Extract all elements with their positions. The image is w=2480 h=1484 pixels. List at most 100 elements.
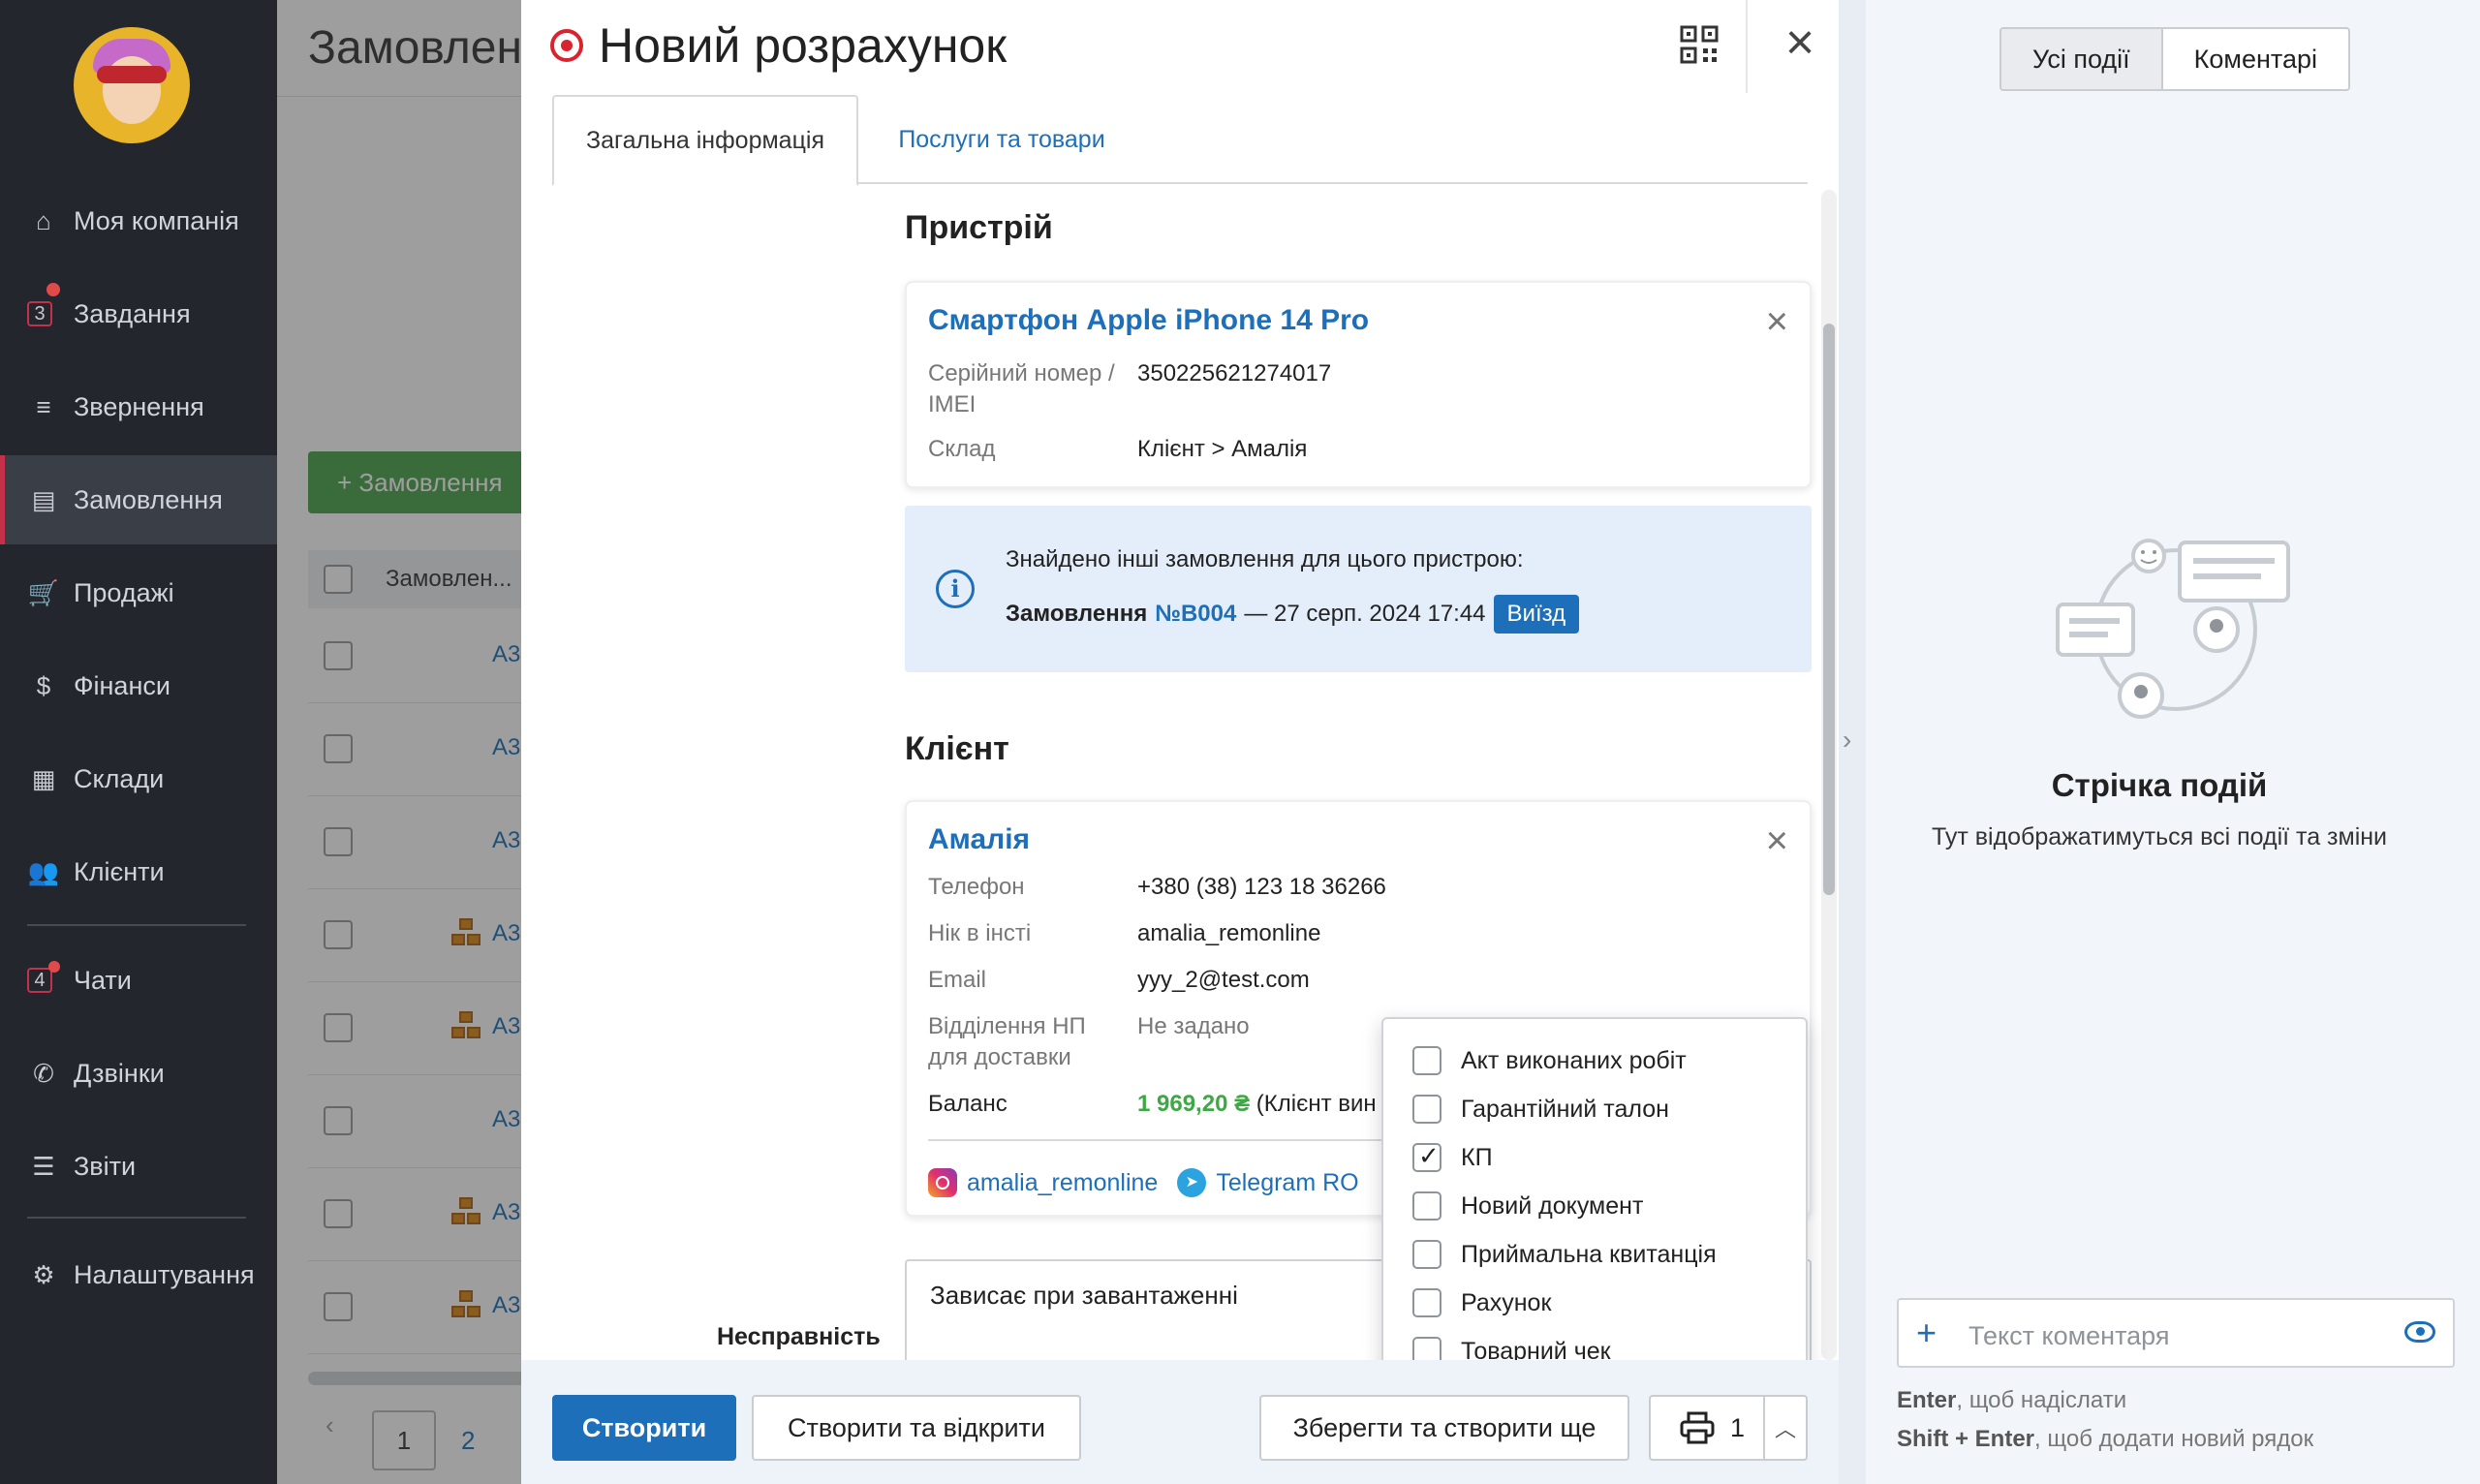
sidebar-item-label: Продажі: [74, 577, 174, 607]
sidebar-item-tasks[interactable]: 3 Завдання: [0, 269, 277, 358]
chevron-right-icon: ›: [1843, 725, 1852, 755]
tab-comments[interactable]: Коментарі: [2162, 29, 2348, 89]
chevron-up-icon[interactable]: ︿: [1763, 1397, 1806, 1459]
device-name-link[interactable]: Смартфон Apple iPhone 14 Pro: [928, 304, 1369, 337]
links-divider: [928, 1139, 1393, 1141]
qr-code-icon[interactable]: [1680, 25, 1719, 64]
sidebar-divider: [27, 924, 246, 926]
tasks-count-badge: 3: [27, 301, 52, 326]
users-icon: 👥: [27, 856, 60, 886]
eye-icon[interactable]: [2404, 1321, 2435, 1343]
instagram-link[interactable]: amalia_remonline: [967, 1169, 1158, 1197]
scrollbar-thumb[interactable]: [1823, 324, 1835, 895]
instagram-icon: [928, 1168, 957, 1197]
sidebar-item-label: Звернення: [74, 391, 204, 421]
order-number-link[interactable]: №B004: [1155, 601, 1236, 628]
panel-collapse-handle[interactable]: ›: [1839, 0, 1866, 1484]
option-checkbox[interactable]: [1412, 1191, 1442, 1221]
client-social-links: amalia_remonline ➤ Telegram RO: [928, 1168, 1359, 1197]
print-option[interactable]: Гарантійний талон: [1412, 1085, 1669, 1133]
warehouse-icon: ▦: [31, 763, 56, 793]
option-checkbox[interactable]: [1412, 1046, 1442, 1075]
issue-label: Несправність: [717, 1323, 881, 1350]
hint-enter-key: Enter: [1897, 1387, 1957, 1413]
insta-value: amalia_remonline: [1137, 920, 1321, 946]
remove-client-icon[interactable]: ×: [1766, 819, 1788, 863]
sidebar-item-chats[interactable]: 4 Чати: [0, 936, 277, 1025]
print-option[interactable]: Рахунок: [1412, 1279, 1551, 1327]
cart-icon: 🛒: [27, 577, 60, 607]
option-checkbox-checked[interactable]: [1412, 1141, 1442, 1172]
sidebar: ⌂ Моя компанія 3 Завдання ≡ Звернення ▤ …: [0, 0, 277, 1484]
sidebar-divider: [27, 1217, 246, 1219]
print-option[interactable]: Акт виконаних робіт: [1412, 1036, 1687, 1085]
sidebar-item-label: Дзвінки: [74, 1058, 165, 1088]
sidebar-item-clients[interactable]: 👥 Клієнти: [0, 827, 277, 916]
company-logo[interactable]: [74, 27, 190, 143]
telegram-link[interactable]: Telegram RO: [1216, 1169, 1358, 1197]
tab-general-info[interactable]: Загальна інформація: [552, 95, 858, 186]
modal-footer: Створити Створити та відкрити Зберегти т…: [521, 1360, 1839, 1484]
hint-enter-text: , щоб надіслати: [1956, 1387, 2127, 1413]
sidebar-item-settings[interactable]: ⚙ Налаштування: [0, 1230, 277, 1319]
np-branch-label: Відділення НП для доставки: [928, 1013, 1086, 1070]
sidebar-item-calls[interactable]: ✆ Дзвінки: [0, 1029, 277, 1118]
add-attachment-icon[interactable]: +: [1916, 1314, 1937, 1352]
notification-dot: [48, 961, 60, 973]
email-value: yyy_2@test.com: [1137, 967, 1310, 993]
option-checkbox[interactable]: [1412, 1288, 1442, 1317]
warehouse-value: Клієнт > Амалія: [1137, 436, 1308, 462]
sidebar-item-my-company[interactable]: ⌂ Моя компанія: [0, 176, 277, 265]
option-checkbox[interactable]: [1412, 1095, 1442, 1124]
info-icon: i: [936, 570, 975, 608]
balance-note: (Клієнт вин: [1256, 1091, 1377, 1117]
chats-count-badge: 4: [27, 968, 52, 993]
close-icon[interactable]: ×: [1771, 14, 1829, 72]
reports-icon: ☰: [32, 1151, 55, 1181]
tab-services-goods[interactable]: Послуги та товари: [858, 95, 1145, 184]
print-option[interactable]: Новий документ: [1412, 1182, 1643, 1230]
vertical-scrollbar[interactable]: [1821, 190, 1837, 1360]
print-option[interactable]: КП: [1412, 1133, 1493, 1182]
option-label: Акт виконаних робіт: [1461, 1046, 1687, 1074]
logo-mask: [97, 66, 167, 83]
option-label: Рахунок: [1461, 1288, 1552, 1316]
balance-row: 1 969,20 ₴ (Клієнт вин: [1137, 1089, 1377, 1120]
sidebar-item-sales[interactable]: 🛒 Продажі: [0, 548, 277, 637]
tab-all-events[interactable]: Усі події: [2001, 29, 2163, 89]
option-checkbox[interactable]: [1412, 1240, 1442, 1269]
option-label: КП: [1461, 1143, 1493, 1171]
order-word: Замовлення: [1006, 601, 1148, 627]
sidebar-item-orders[interactable]: ▤ Замовлення: [0, 455, 277, 544]
sidebar-item-warehouses[interactable]: ▦ Склади: [0, 734, 277, 823]
order-date: — 27 серп. 2024 17:44: [1244, 601, 1486, 627]
np-branch-value: Не задано: [1137, 1013, 1250, 1039]
remove-device-icon[interactable]: ×: [1766, 300, 1788, 344]
comment-placeholder: Текст коментаря: [1968, 1321, 2170, 1350]
related-orders-notice: i Знайдено інші замовлення для цього при…: [905, 506, 1812, 672]
header-divider: [1746, 0, 1748, 93]
print-button[interactable]: 1 ︿: [1649, 1395, 1808, 1461]
create-and-open-button[interactable]: Створити та відкрити: [752, 1395, 1081, 1461]
device-section-title: Пристрій: [905, 209, 1053, 246]
events-illustration-icon: [2056, 539, 2290, 719]
sidebar-item-reports[interactable]: ☰ Звіти: [0, 1122, 277, 1211]
save-and-create-more-button[interactable]: Зберегти та створити ще: [1259, 1395, 1629, 1461]
sidebar-item-label: Налаштування: [74, 1259, 255, 1289]
balance-value: 1 969,20 ₴: [1137, 1091, 1251, 1117]
client-name-link[interactable]: Амалія: [928, 823, 1030, 856]
sidebar-item-finance[interactable]: $ Фінанси: [0, 641, 277, 730]
events-panel: [1839, 0, 2480, 1484]
gear-icon: ⚙: [32, 1259, 55, 1289]
hint-shift-key: Shift + Enter: [1897, 1426, 2035, 1452]
sidebar-item-requests[interactable]: ≡ Звернення: [0, 362, 277, 451]
print-option[interactable]: Приймальна квитанція: [1412, 1230, 1717, 1279]
phone-value: +380 (38) 123 18 36266: [1137, 874, 1386, 900]
comment-input[interactable]: + Текст коментаря: [1897, 1298, 2455, 1368]
sidebar-item-label: Завдання: [74, 298, 191, 328]
home-icon: ⌂: [36, 205, 51, 235]
sidebar-item-label: Моя компанія: [74, 205, 239, 235]
serial-label: Серійний номер / IMEI: [928, 360, 1115, 417]
create-button[interactable]: Створити: [552, 1395, 736, 1461]
hint-shift-enter: Shift + Enter, щоб додати новий рядок: [1897, 1426, 2313, 1453]
